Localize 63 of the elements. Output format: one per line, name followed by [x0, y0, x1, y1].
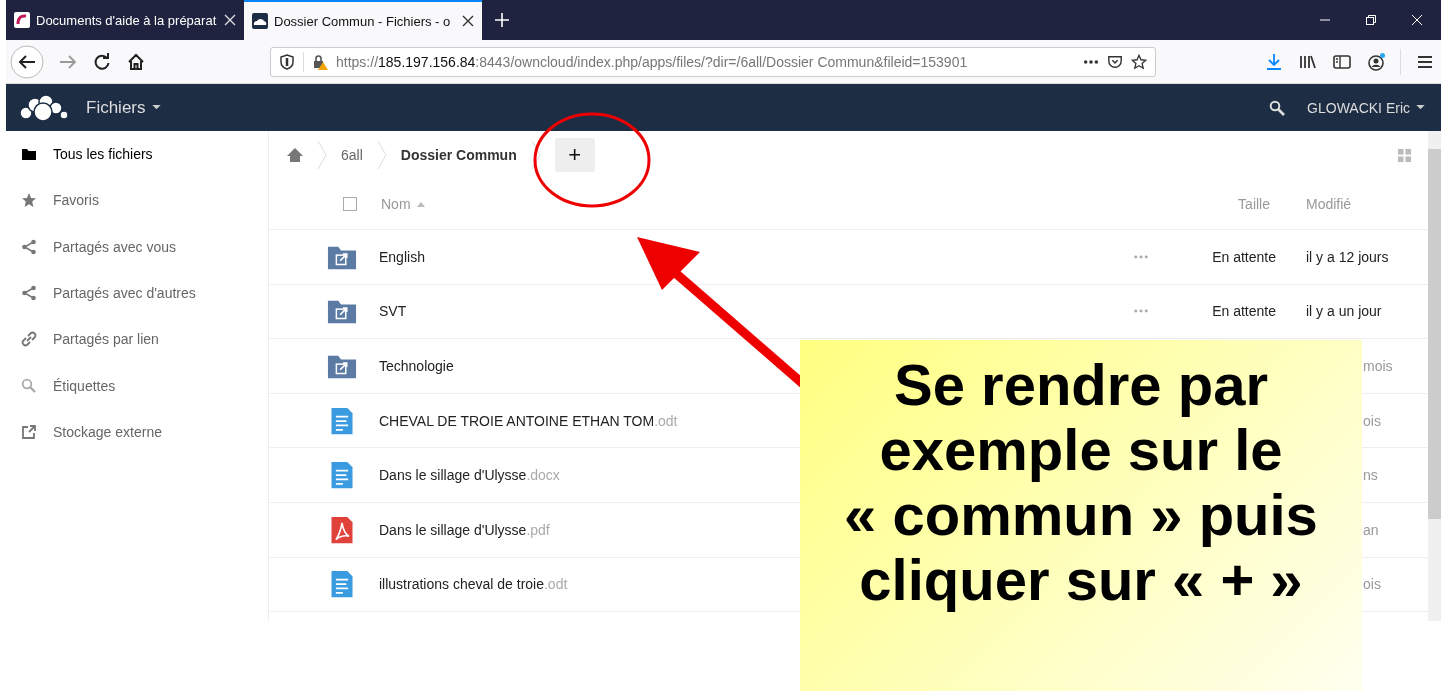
breadcrumb-link[interactable]: 6all: [341, 147, 363, 163]
external-link-icon: [21, 423, 37, 440]
share-icon: [21, 238, 37, 255]
chevron-icon: [530, 140, 541, 170]
cloud-favicon-icon: [252, 13, 268, 29]
browser-tab[interactable]: Dossier Commun - Fichiers - o: [244, 0, 482, 40]
download-icon[interactable]: [1264, 51, 1284, 72]
restore-icon[interactable]: [1365, 14, 1377, 26]
shield-icon: [279, 53, 295, 70]
sidebar-item[interactable]: Tous les fichiers: [6, 131, 268, 178]
add-button[interactable]: +: [554, 138, 595, 172]
chevron-icon: [317, 140, 327, 170]
select-all-checkbox[interactable]: [343, 197, 357, 211]
file-name[interactable]: CHEVAL DE TROIE ANTOINE ETHAN TOM.odt: [379, 412, 678, 429]
new-tab-icon[interactable]: [494, 12, 510, 28]
user-menu-button[interactable]: GLOWACKI Eric: [1307, 99, 1425, 116]
url-text: https://185.197.156.84:8443/owncloud/index.php/apps/files/?dir=/6all/Dossier Commun&fileid=153901: [336, 53, 968, 70]
address-field[interactable]: https://185.197.156.84:8443/owncloud/index.php/apps/files/?dir=/6all/Dossier Commun&fileid=153901: [270, 46, 1156, 77]
scrollbar-thumb[interactable]: [1428, 149, 1441, 519]
file-name[interactable]: SVT: [379, 303, 407, 320]
close-window-icon[interactable]: [1411, 14, 1423, 26]
table-cell-text: ns: [1363, 467, 1379, 484]
search-icon[interactable]: [1269, 99, 1286, 116]
chevron-icon: [376, 140, 387, 170]
table-cell-text: ois: [1363, 412, 1382, 429]
search-icon: [21, 377, 37, 394]
folder-icon: [21, 146, 37, 163]
back-icon[interactable]: [10, 44, 44, 79]
file-name[interactable]: Dans le sillage d'Ulysse.docx: [379, 467, 560, 484]
sidebar-item[interactable]: Stockage externe: [6, 408, 268, 456]
sidebar-item[interactable]: Partagés avec vous: [6, 223, 268, 270]
home-icon[interactable]: [126, 51, 146, 72]
caret-icon: [151, 105, 161, 110]
lock-warning-icon: [312, 53, 328, 70]
table-cell: En attente: [1212, 248, 1276, 265]
browser-tab[interactable]: Documents d'aide à la préparat: [6, 0, 244, 40]
reload-icon[interactable]: [92, 51, 112, 72]
sidebar-item[interactable]: Partagés avec d'autres: [6, 269, 268, 317]
table-cell-text: il y a 12 jours: [1305, 248, 1390, 265]
star-icon[interactable]: [1131, 53, 1147, 70]
table-cell: En attente: [1212, 303, 1276, 320]
sidebar-item[interactable]: Partagés par lien: [6, 316, 268, 363]
callout-note: Se rendre par exemple sur le « commun » puis cliquer sur « + »: [800, 340, 1362, 691]
table-cell-text: il y a un jour: [1305, 303, 1383, 320]
file-name[interactable]: Technologie: [379, 358, 454, 374]
table-cell-text: ois: [1363, 576, 1382, 593]
sidebar-item[interactable]: Étiquettes: [6, 362, 268, 409]
link-icon: [21, 331, 37, 348]
pocket-icon[interactable]: [1107, 53, 1123, 70]
sidebar-item[interactable]: Favoris: [6, 177, 268, 224]
table-cell-text: an: [1363, 521, 1380, 538]
table-cell-text: mois: [1363, 358, 1394, 374]
site-favicon-icon: [14, 12, 30, 28]
close-tab-icon[interactable]: [462, 15, 474, 27]
file-name[interactable]: Dans le sillage d'Ulysse.pdf: [379, 521, 550, 538]
file-name[interactable]: English: [379, 248, 425, 265]
caret-icon: [1416, 105, 1425, 110]
star-icon: [21, 192, 37, 209]
share-icon: [21, 285, 37, 302]
breadcrumb-link[interactable]: Dossier Commun: [400, 147, 517, 163]
app-menu-button[interactable]: Fichiers: [86, 97, 161, 118]
account-icon[interactable]: [1366, 51, 1386, 72]
file-name[interactable]: illustrations cheval de troie.odt: [379, 576, 568, 593]
